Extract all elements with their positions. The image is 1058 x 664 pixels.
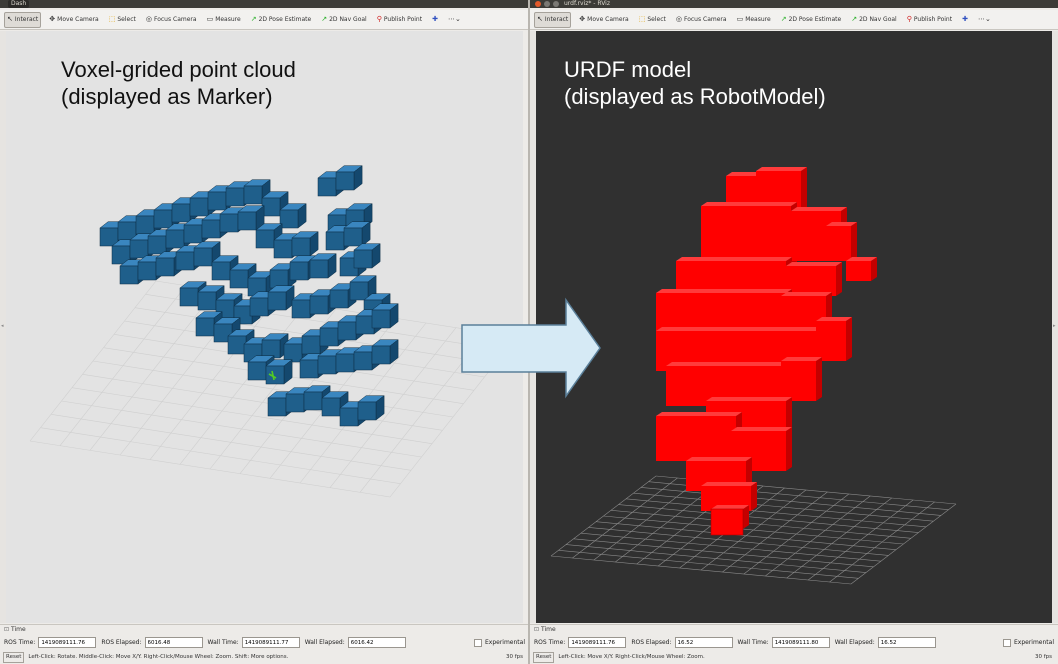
window-minimize-button[interactable] (544, 1, 550, 7)
ground-grid (29, 280, 517, 498)
ruler-icon: ▭ (736, 15, 744, 23)
left-toolbar: ↖ Interact ✥ Move Camera ⬚ Select ◎ Focus Ca… (0, 10, 529, 30)
window-maximize-button[interactable] (553, 1, 559, 7)
nav-goal-tool[interactable]: ↗ 2D Nav Goal (849, 13, 899, 27)
add-tool-button[interactable]: ✚ (430, 13, 440, 27)
more-icon: ⋯⌄ (447, 15, 461, 23)
ros-time-field[interactable] (568, 637, 627, 648)
transition-arrow-icon (461, 297, 601, 399)
pin-icon: ⚲ (376, 15, 382, 23)
interact-tool[interactable]: ↖ Interact (4, 11, 42, 28)
wall-elapsed-field[interactable] (877, 637, 936, 648)
publish-point-tool[interactable]: ⚲ Publish Point (375, 13, 424, 27)
ros-elapsed-field[interactable] (144, 637, 203, 648)
select-icon: ⬚ (638, 15, 646, 23)
camera-icon: ✥ (49, 15, 56, 23)
left-caption: Voxel-grided point cloud (displayed as M… (61, 57, 296, 109)
right-window-title: urdf.rviz* - RViz (564, 0, 610, 7)
cursor-icon: ↖ (537, 15, 543, 23)
toolbar-menu-button[interactable]: ⋯⌄ (976, 13, 993, 27)
add-tool-button[interactable]: ✚ (960, 13, 970, 27)
measure-tool[interactable]: ▭ Measure (735, 13, 773, 27)
focus-icon: ◎ (145, 15, 152, 23)
pose-estimate-tool[interactable]: ↗ 2D Pose Estimate (249, 13, 314, 27)
close-icon[interactable]: ⊡ (534, 626, 539, 633)
left-title-bar: Dash (0, 0, 529, 8)
left-time-row: ROS Time: ROS Elapsed: Wall Time: Wall E… (0, 635, 529, 650)
add-tool-icon: ✚ (962, 15, 968, 23)
goal-arrow-icon: ↗ (321, 15, 328, 23)
robot-scene (550, 167, 957, 585)
window-controls (535, 1, 559, 7)
publish-point-tool[interactable]: ⚲ Publish Point (905, 13, 954, 27)
wall-time-field[interactable] (771, 637, 830, 648)
pin-icon: ⚲ (906, 15, 912, 23)
left-window-title: Dash (8, 0, 30, 8)
select-tool[interactable]: ⬚ Select (107, 13, 138, 27)
left-status-bar: Reset Left-Click: Rotate. Middle-Click: … (0, 651, 529, 664)
robot-model (656, 167, 877, 536)
left-3d-viewport[interactable] (6, 31, 523, 623)
add-tool-icon: ✚ (432, 15, 438, 23)
right-title-bar: urdf.rviz* - RViz (530, 0, 1058, 8)
select-icon: ⬚ (108, 15, 116, 23)
right-rviz-window: urdf.rviz* - RViz ↖ Interact ✥ Move Camera… (530, 0, 1058, 664)
right-time-row: ROS Time: ROS Elapsed: Wall Time: Wall E… (530, 635, 1058, 650)
pose-estimate-tool[interactable]: ↗ 2D Pose Estimate (779, 13, 844, 27)
status-text: Left-Click: Move X/Y. Right-Click/Mouse … (558, 654, 705, 660)
experimental-checkbox[interactable]: Experimental (473, 638, 525, 647)
window-close-button[interactable] (535, 1, 541, 7)
wall-elapsed-field[interactable] (347, 637, 406, 648)
left-time-panel-header: ⊡ Time (0, 624, 529, 635)
status-text: Left-Click: Rotate. Middle-Click: Move X… (28, 654, 289, 660)
ros-elapsed-field[interactable] (674, 637, 733, 648)
measure-tool[interactable]: ▭ Measure (205, 13, 243, 27)
right-dock-handle-right[interactable]: ▸ (1052, 31, 1058, 623)
pose-arrow-icon: ↗ (780, 15, 787, 23)
cursor-icon: ↖ (7, 15, 13, 23)
toolbar-menu-button[interactable]: ⋯⌄ (446, 13, 463, 27)
experimental-checkbox[interactable]: Experimental (1002, 638, 1054, 647)
nav-goal-tool[interactable]: ↗ 2D Nav Goal (319, 13, 369, 27)
fps-readout: 30 fps (505, 654, 523, 660)
reset-button[interactable]: Reset (533, 652, 555, 663)
right-status-bar: Reset Left-Click: Move X/Y. Right-Click/… (530, 651, 1058, 664)
more-icon: ⋯⌄ (977, 15, 991, 23)
camera-icon: ✥ (579, 15, 586, 23)
interact-tool[interactable]: ↖ Interact (534, 11, 572, 28)
voxel-cloud-marker (99, 165, 399, 427)
voxel-scene (29, 165, 517, 498)
pose-arrow-icon: ↗ (250, 15, 257, 23)
focus-camera-tool[interactable]: ◎ Focus Camera (674, 13, 729, 27)
wall-time-field[interactable] (241, 637, 300, 648)
fps-readout: 30 fps (1034, 654, 1052, 660)
reset-button[interactable]: Reset (3, 652, 25, 663)
focus-icon: ◎ (675, 15, 682, 23)
ruler-icon: ▭ (206, 15, 214, 23)
right-time-panel-header: ⊡ Time (530, 624, 1058, 635)
focus-camera-tool[interactable]: ◎ Focus Camera (144, 13, 199, 27)
close-icon[interactable]: ⊡ (4, 626, 9, 633)
right-3d-viewport[interactable] (536, 31, 1052, 623)
move-camera-tool[interactable]: ✥ Move Camera (47, 13, 100, 27)
left-rviz-window: Dash ↖ Interact ✥ Move Camera ⬚ Select ◎ Foc… (0, 0, 529, 664)
goal-arrow-icon: ↗ (851, 15, 858, 23)
right-caption: URDF model (displayed as RobotModel) (564, 57, 826, 109)
ros-time-field[interactable] (38, 637, 97, 648)
move-camera-tool[interactable]: ✥ Move Camera (577, 13, 630, 27)
right-toolbar: ↖ Interact ✥ Move Camera ⬚ Select ◎ Focus Ca… (530, 10, 1058, 30)
select-tool[interactable]: ⬚ Select (637, 13, 668, 27)
